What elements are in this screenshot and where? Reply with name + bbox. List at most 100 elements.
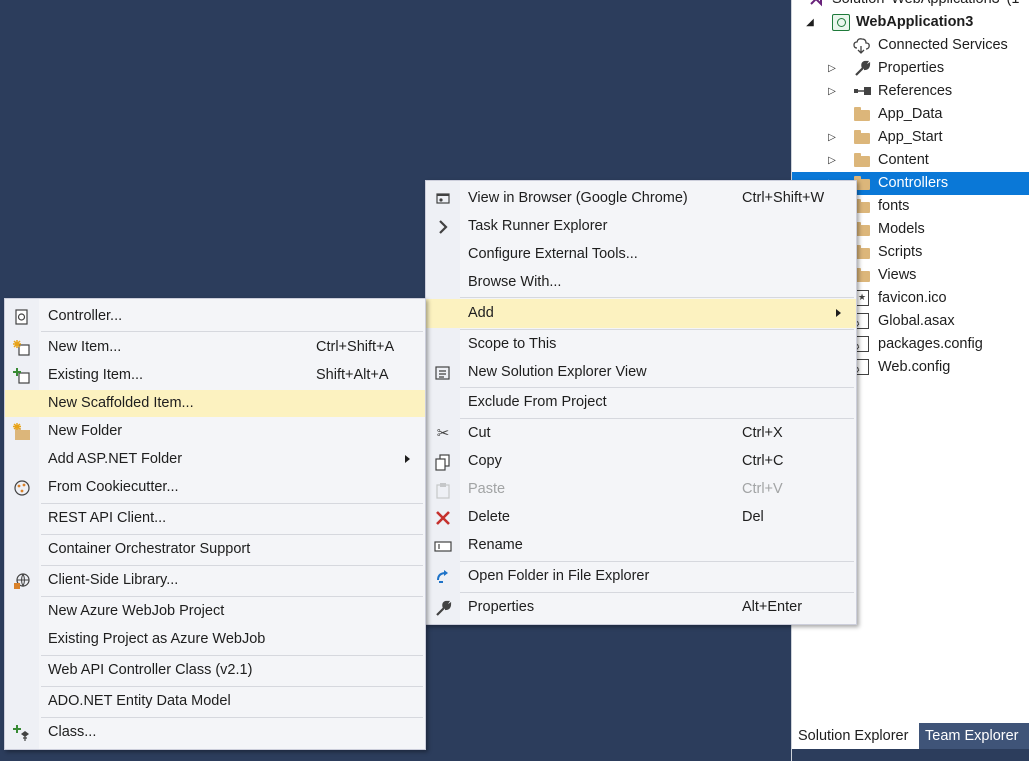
tree-item-label: Connected Services	[878, 37, 1008, 53]
refresh-arrow-icon	[434, 568, 452, 586]
new-folder-icon	[13, 423, 31, 441]
tree-item-project[interactable]: ◢ WebApplication3	[792, 11, 1029, 34]
expand-triangle-icon[interactable]: ▷	[826, 57, 838, 80]
menu-separator	[460, 387, 854, 388]
new-view-icon	[434, 364, 452, 382]
tree-item-properties[interactable]: ▷ Properties	[792, 57, 1029, 80]
menu-item-new-scaffolded-item[interactable]: New Scaffolded Item...	[5, 390, 425, 417]
menu-item-open-folder-in-file-explorer[interactable]: Open Folder in File Explorer	[426, 563, 856, 590]
menu-item-web-api-controller-class[interactable]: Web API Controller Class (v2.1)	[5, 657, 425, 684]
tree-item-app-start[interactable]: ▷ App_Start	[792, 126, 1029, 149]
menu-item-scope-to-this[interactable]: Scope to This	[426, 331, 856, 358]
tree-item-label: fonts	[878, 198, 910, 214]
existing-item-icon	[13, 367, 31, 385]
menu-separator	[460, 297, 854, 298]
menu-item-new-azure-webjob-project[interactable]: New Azure WebJob Project	[5, 598, 425, 625]
tree-item-label: References	[878, 83, 953, 99]
references-icon	[853, 83, 871, 100]
tab-team-explorer[interactable]: Team Explorer	[919, 723, 1029, 749]
connected-services-icon	[853, 37, 871, 54]
tree-item-label: Solution 'WebApplication3' (1	[832, 0, 1019, 11]
tree-item-label: Scripts	[878, 244, 923, 260]
tree-item-label: Controllers	[878, 175, 949, 191]
wrench-icon	[853, 60, 871, 77]
context-menu: View in Browser (Google Chrome) Ctrl+Shi…	[425, 180, 857, 625]
tree-item-content[interactable]: ▷ Content	[792, 149, 1029, 172]
submenu-arrow-icon	[405, 455, 410, 463]
delete-icon	[434, 509, 452, 527]
menu-separator	[460, 418, 854, 419]
tree-item-app-data[interactable]: App_Data	[792, 103, 1029, 126]
menu-item-new-item[interactable]: New Item... Ctrl+Shift+A	[5, 334, 425, 361]
scissors-icon: ✂	[436, 425, 450, 442]
menu-separator	[41, 331, 423, 332]
web-project-icon	[832, 14, 850, 31]
menu-separator	[460, 329, 854, 330]
menu-item-exclude-from-project[interactable]: Exclude From Project	[426, 389, 856, 416]
rename-icon	[434, 537, 452, 555]
tree-item-label: Web.config	[878, 359, 951, 375]
globe-icon	[13, 572, 31, 590]
tree-item-references[interactable]: ▷ References	[792, 80, 1029, 103]
menu-item-delete[interactable]: Delete Del	[426, 504, 856, 531]
collapse-triangle-icon[interactable]: ◢	[804, 11, 816, 34]
folder-icon	[853, 152, 871, 169]
add-submenu: Controller... New Item... Ctrl+Shift+A E…	[4, 298, 426, 750]
expand-triangle-icon[interactable]: ▷	[826, 149, 838, 172]
tree-item-label: Global.asax	[878, 313, 955, 329]
submenu-arrow-icon	[836, 309, 841, 317]
menu-item-view-in-browser[interactable]: View in Browser (Google Chrome) Ctrl+Shi…	[426, 185, 856, 212]
menu-item-client-side-library[interactable]: Client-Side Library...	[5, 567, 425, 594]
copy-icon	[434, 453, 452, 471]
menu-item-class[interactable]: Class...	[5, 719, 425, 746]
tree-item-label: Properties	[878, 60, 945, 76]
menu-item-existing-item[interactable]: Existing Item... Shift+Alt+A	[5, 362, 425, 389]
chevron-right-icon	[434, 218, 452, 236]
solution-icon	[808, 0, 826, 8]
tree-item-label: Content	[878, 152, 929, 168]
menu-item-configure-external-tools[interactable]: Configure External Tools...	[426, 241, 856, 268]
menu-item-cut[interactable]: ✂ Cut Ctrl+X	[426, 420, 856, 447]
menu-item-from-cookiecutter[interactable]: From Cookiecutter...	[5, 474, 425, 501]
expand-triangle-icon[interactable]: ▷	[826, 80, 838, 103]
cookiecutter-icon	[13, 479, 31, 497]
menu-separator	[41, 503, 423, 504]
menu-item-rename[interactable]: Rename	[426, 532, 856, 559]
expand-triangle-icon[interactable]: ▷	[826, 126, 838, 149]
menu-separator	[41, 717, 423, 718]
tree-item-solution[interactable]: Solution 'WebApplication3' (1	[792, 0, 1029, 11]
paste-icon	[434, 481, 452, 499]
menu-item-new-folder[interactable]: New Folder	[5, 418, 425, 445]
menu-separator	[41, 655, 423, 656]
browser-icon	[434, 190, 452, 208]
menu-item-existing-project-as-azure-webjob[interactable]: Existing Project as Azure WebJob	[5, 626, 425, 653]
tree-item-label: App_Start	[878, 129, 943, 145]
menu-item-rest-api-client[interactable]: REST API Client...	[5, 505, 425, 532]
menu-separator	[460, 592, 854, 593]
menu-item-container-orchestrator-support[interactable]: Container Orchestrator Support	[5, 536, 425, 563]
menu-item-controller[interactable]: Controller...	[5, 303, 425, 330]
new-item-icon	[13, 339, 31, 357]
tree-item-connected-services[interactable]: Connected Services	[792, 34, 1029, 57]
menu-item-add-aspnet-folder[interactable]: Add ASP.NET Folder	[5, 446, 425, 473]
menu-separator	[41, 686, 423, 687]
menu-item-browse-with[interactable]: Browse With...	[426, 269, 856, 296]
menu-separator	[41, 565, 423, 566]
tab-solution-explorer[interactable]: Solution Explorer	[792, 723, 919, 749]
tree-item-label: Views	[878, 267, 917, 283]
menu-item-properties[interactable]: Properties Alt+Enter	[426, 594, 856, 621]
menu-item-copy[interactable]: Copy Ctrl+C	[426, 448, 856, 475]
menu-separator	[460, 561, 854, 562]
add-class-icon	[13, 724, 31, 742]
menu-item-task-runner-explorer[interactable]: Task Runner Explorer	[426, 213, 856, 240]
menu-item-add[interactable]: Add	[426, 299, 856, 328]
menu-separator	[41, 534, 423, 535]
tree-item-label: WebApplication3	[856, 14, 974, 30]
wrench-icon	[434, 599, 452, 617]
tree-item-label: favicon.ico	[878, 290, 947, 306]
menu-separator	[41, 596, 423, 597]
menu-item-ado-net-entity-data-model[interactable]: ADO.NET Entity Data Model	[5, 688, 425, 715]
controller-icon	[13, 308, 31, 326]
menu-item-paste[interactable]: Paste Ctrl+V	[426, 476, 856, 503]
menu-item-new-solution-explorer-view[interactable]: New Solution Explorer View	[426, 359, 856, 386]
